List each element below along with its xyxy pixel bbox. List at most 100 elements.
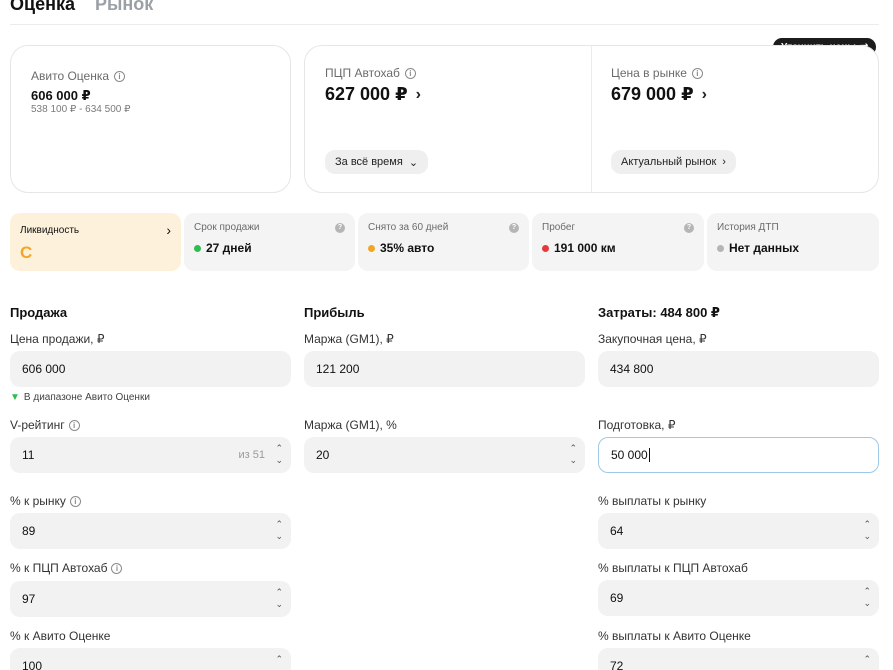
- chevron-up-icon[interactable]: ⌃: [275, 442, 283, 454]
- check-shield-icon: ▼: [10, 392, 20, 403]
- margin-pct-stepper[interactable]: ⌃ ⌄: [569, 442, 577, 466]
- text-cursor: [648, 448, 650, 462]
- pct-pcp-label-row: % к ПЦП Автохаб i: [10, 561, 123, 575]
- metric-liquidity[interactable]: Ликвидность › C: [10, 213, 181, 271]
- pcp-label: ПЦП Автохаб: [325, 66, 400, 80]
- range-note: ▼ В диапазоне Авито Оценки: [10, 392, 150, 403]
- chevron-up-icon[interactable]: ⌃: [275, 653, 283, 665]
- pct-market-label: % к рынку: [10, 494, 66, 508]
- payout-avito-label: % выплаты к Авито Оценке: [598, 629, 751, 643]
- period-dropdown[interactable]: За всё время ⌄: [325, 150, 429, 174]
- chevron-right-icon: ›: [722, 156, 726, 168]
- metric-removed-60-days[interactable]: Снято за 60 дней ? 35% авто: [358, 213, 529, 271]
- tabs-divider: [10, 24, 879, 25]
- sale-price-label: Цена продажи, ₽: [10, 332, 105, 346]
- info-icon[interactable]: i: [691, 67, 703, 79]
- pct-market-stepper[interactable]: ⌃ ⌄: [275, 518, 283, 542]
- payout-pcp-input[interactable]: 69 ⌃ ⌄: [598, 580, 879, 616]
- margin-rub-input[interactable]: 121 200: [304, 351, 585, 387]
- metric-label: Срок продажи: [194, 222, 260, 233]
- chevron-up-icon[interactable]: ⌃: [275, 518, 283, 530]
- metric-sale-period[interactable]: Срок продажи ? 27 дней: [184, 213, 355, 271]
- avito-estimate-card: Авито Оценка i 606 000 ₽ 538 100 ₽ - 634…: [10, 45, 291, 193]
- margin-rub-value: 121 200: [316, 362, 360, 376]
- sale-price-value: 606 000: [22, 362, 66, 376]
- payout-pcp-stepper[interactable]: ⌃ ⌄: [863, 585, 871, 609]
- chevron-up-icon[interactable]: ⌃: [863, 518, 871, 530]
- pct-pcp-input[interactable]: 97 ⌃ ⌄: [10, 581, 291, 617]
- info-icon[interactable]: i: [69, 495, 81, 507]
- margin-rub-label: Маржа (GM1), ₽: [304, 332, 394, 346]
- chevron-down-icon[interactable]: ⌄: [569, 454, 577, 466]
- payout-avito-stepper[interactable]: ⌃: [863, 653, 871, 665]
- help-icon[interactable]: ?: [335, 222, 345, 233]
- sale-price-input[interactable]: 606 000: [10, 351, 291, 387]
- status-dot-red: [542, 244, 549, 252]
- chevron-down-icon: ⌄: [408, 156, 419, 169]
- margin-pct-label: Маржа (GM1), %: [304, 418, 397, 432]
- metric-label: История ДТП: [717, 222, 779, 233]
- margin-pct-value: 20: [316, 448, 330, 462]
- payout-pcp-label: % выплаты к ПЦП Автохаб: [598, 561, 748, 575]
- actual-market-label: Актуальный рынок: [621, 156, 717, 168]
- liquidity-grade: C: [20, 243, 33, 262]
- status-dot-gray: [717, 244, 724, 252]
- chevron-down-icon[interactable]: ⌄: [863, 530, 871, 542]
- actual-market-button[interactable]: Актуальный рынок ›: [611, 150, 736, 174]
- preparation-input[interactable]: 50 000: [598, 437, 879, 473]
- chevron-up-icon[interactable]: ⌃: [569, 442, 577, 454]
- payout-market-stepper[interactable]: ⌃ ⌄: [863, 518, 871, 542]
- costs-title: Затраты: 484 800 ₽: [598, 305, 720, 320]
- pct-market-input[interactable]: 89 ⌃ ⌄: [10, 513, 291, 549]
- vrating-stepper[interactable]: ⌃ ⌄: [275, 442, 283, 466]
- chevron-down-icon[interactable]: ⌄: [275, 454, 283, 466]
- info-icon[interactable]: i: [68, 419, 80, 431]
- market-price-value-link[interactable]: 679 000 ₽ ›: [611, 84, 707, 105]
- payout-pcp-value: 69: [610, 591, 624, 605]
- preparation-value: 50 000: [611, 448, 648, 462]
- chevron-up-icon[interactable]: ⌃: [863, 585, 871, 597]
- status-dot-green: [194, 244, 201, 252]
- info-icon[interactable]: i: [114, 70, 126, 82]
- purchase-price-value: 434 800: [610, 362, 654, 376]
- pcp-value-link[interactable]: 627 000 ₽ ›: [325, 84, 421, 105]
- info-icon[interactable]: i: [404, 67, 416, 79]
- tab-estimate[interactable]: Оценка: [10, 0, 75, 15]
- pct-avito-input[interactable]: 100 ⌃: [10, 648, 291, 670]
- pct-avito-stepper[interactable]: ⌃: [275, 653, 283, 665]
- status-dot-orange: [368, 244, 375, 252]
- tab-market[interactable]: Рынок: [95, 0, 153, 15]
- chevron-right-icon: ›: [166, 222, 171, 238]
- chevron-up-icon[interactable]: ⌃: [863, 653, 871, 665]
- avito-estimate-value: 606 000 ₽: [31, 88, 91, 103]
- pct-pcp-stepper[interactable]: ⌃ ⌄: [275, 586, 283, 610]
- profit-title: Прибыль: [304, 305, 365, 320]
- chevron-down-icon[interactable]: ⌄: [275, 598, 283, 610]
- pct-avito-label: % к Авито Оценке: [10, 629, 111, 643]
- chevron-down-icon[interactable]: ⌄: [275, 530, 283, 542]
- payout-market-label: % выплаты к рынку: [598, 494, 707, 508]
- pct-pcp-value: 97: [22, 592, 36, 606]
- purchase-price-input[interactable]: 434 800: [598, 351, 879, 387]
- pcp-value: 627 000 ₽: [325, 84, 408, 104]
- payout-avito-input[interactable]: 72 ⌃: [598, 648, 879, 670]
- chevron-up-icon[interactable]: ⌃: [275, 586, 283, 598]
- chevron-down-icon[interactable]: ⌄: [863, 597, 871, 609]
- tabs-bar: Оценка Рынок: [10, 0, 153, 15]
- info-icon[interactable]: i: [111, 562, 123, 574]
- metric-accident-history[interactable]: История ДТП Нет данных: [707, 213, 879, 271]
- payout-market-value: 64: [610, 524, 624, 538]
- payout-market-input[interactable]: 64 ⌃ ⌄: [598, 513, 879, 549]
- sale-title: Продажа: [10, 305, 68, 320]
- metric-label: Снято за 60 дней: [368, 222, 449, 233]
- vrating-input[interactable]: 11 из 51 ⌃ ⌄: [10, 437, 291, 473]
- chevron-right-icon: ›: [415, 85, 421, 103]
- card-divider: [591, 46, 592, 192]
- help-icon[interactable]: ?: [684, 222, 694, 233]
- metric-mileage[interactable]: Пробег ? 191 000 км: [532, 213, 704, 271]
- vrating-value: 11: [22, 448, 35, 462]
- margin-pct-input[interactable]: 20 ⌃ ⌄: [304, 437, 585, 473]
- avito-estimate-label: Авито Оценка: [31, 69, 110, 83]
- help-icon[interactable]: ?: [509, 222, 519, 233]
- metric-label: Пробег: [542, 222, 576, 233]
